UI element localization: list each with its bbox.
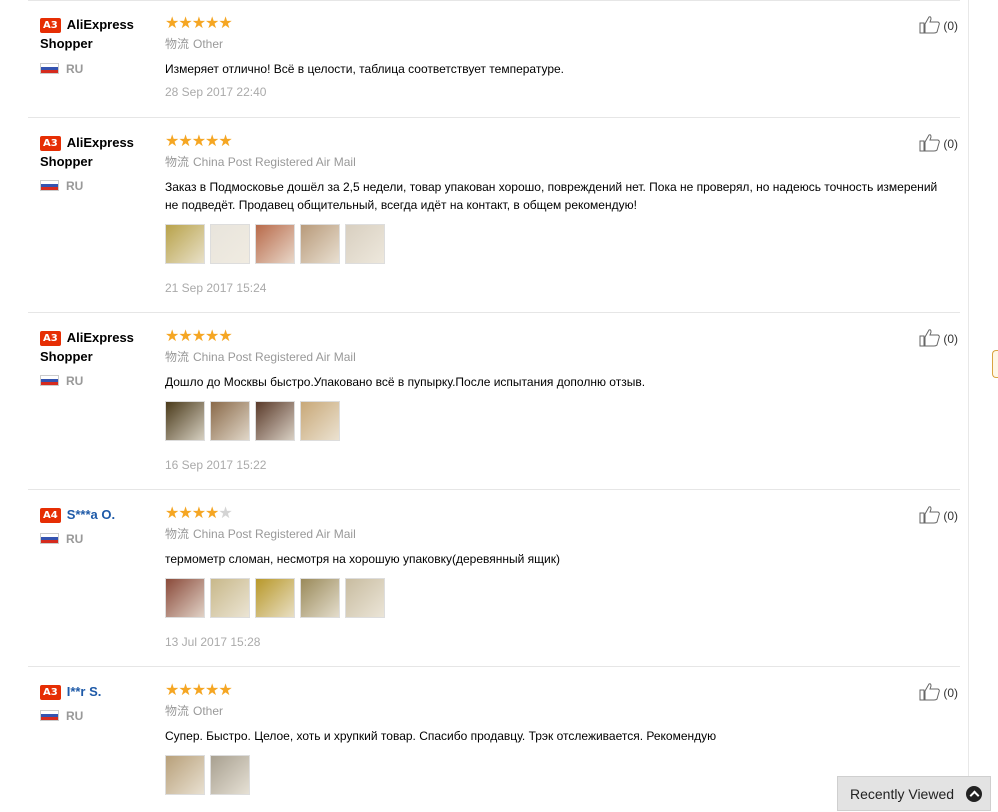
helpful-button[interactable]: (0) (919, 505, 958, 527)
feedback-item: A3 I**r S. RU ★★★★★ 物流 Other Супер. Быстро… (28, 667, 960, 811)
buyer-level-badge: A3 (40, 685, 61, 700)
user-info: A3 AliExpress Shopper (40, 328, 155, 366)
star-rating: ★★★★★ (165, 131, 233, 150)
logistics-info: 物流 Other (165, 37, 224, 51)
review-photo-thumbnail[interactable] (345, 224, 385, 264)
buyer-level-badge: A3 (40, 18, 61, 33)
feedback-item: A3 AliExpress Shopper RU ★★★★★ 物流 China Po… (28, 118, 960, 313)
flag-icon (40, 63, 59, 74)
buyer-country: RU (40, 179, 83, 193)
recently-viewed-button[interactable]: Recently Viewed (837, 776, 991, 811)
feedback-date: 21 Sep 2017 15:24 (165, 281, 267, 295)
feedback-text: термометр сломан, несмотря на хорошую уп… (165, 552, 560, 566)
user-info: A4 S***a O. (40, 505, 155, 524)
review-photo-thumbnail[interactable] (255, 578, 295, 618)
buyer-name[interactable]: I**r S. (67, 684, 102, 699)
feedback-item: A3 AliExpress Shopper RU ★★★★★ 物流 China Po… (28, 313, 960, 490)
star-rating: ★★★★★ (165, 503, 233, 522)
helpful-button[interactable]: (0) (919, 328, 958, 350)
review-photo-thumbnail[interactable] (210, 401, 250, 441)
review-photo-thumbnail[interactable] (210, 755, 250, 795)
flag-icon (40, 533, 59, 544)
feedback-date: 13 Jul 2017 15:28 (165, 635, 261, 649)
logistics-info: 物流 China Post Registered Air Mail (165, 155, 356, 169)
thumbs-up-icon (919, 328, 941, 350)
review-photo-thumbnail[interactable] (165, 578, 205, 618)
buyer-country: RU (40, 709, 83, 723)
feedback-content: ★★★★★ 物流 Other Измеряет отлично! Всё в це… (165, 14, 945, 100)
photo-list (165, 401, 945, 443)
logistics-info: 物流 China Post Registered Air Mail (165, 350, 356, 364)
photo-list (165, 755, 945, 797)
helpful-button[interactable]: (0) (919, 15, 958, 37)
feedback-content: ★★★★★ 物流 China Post Registered Air Mail Д… (165, 327, 945, 473)
review-photo-thumbnail[interactable] (210, 578, 250, 618)
photo-list (165, 578, 945, 620)
review-photo-thumbnail[interactable] (255, 401, 295, 441)
review-photo-thumbnail[interactable] (300, 401, 340, 441)
thumbs-up-icon (919, 682, 941, 704)
feedback-item: A4 S***a O. RU ★★★★★ 物流 China Post Registe… (28, 490, 960, 667)
flag-icon (40, 180, 59, 191)
content-border (968, 0, 969, 811)
feedback-content: ★★★★★ 物流 China Post Registered Air Mail З… (165, 132, 945, 296)
helpful-button[interactable]: (0) (919, 682, 958, 704)
feedback-item: A3 AliExpress Shopper RU ★★★★★ 物流 Other Из… (28, 0, 960, 118)
side-feedback-tab[interactable] (992, 350, 998, 378)
buyer-level-badge: A4 (40, 508, 61, 523)
feedback-text: Дошло до Москвы быстро.Упаковано всё в п… (165, 375, 646, 389)
thumbs-up-icon (919, 133, 941, 155)
flag-icon (40, 375, 59, 386)
recently-viewed-label: Recently Viewed (850, 786, 955, 802)
logistics-info: 物流 Other (165, 704, 224, 718)
logistics-info: 物流 China Post Registered Air Mail (165, 527, 356, 541)
buyer-level-badge: A3 (40, 136, 61, 151)
review-photo-thumbnail[interactable] (255, 224, 295, 264)
review-photo-thumbnail[interactable] (165, 224, 205, 264)
user-info: A3 AliExpress Shopper (40, 15, 155, 53)
feedback-date: 16 Sep 2017 15:22 (165, 458, 267, 472)
chevron-up-icon (966, 786, 982, 802)
review-photo-thumbnail[interactable] (345, 578, 385, 618)
feedback-text: Заказ в Подмосковье дошёл за 2,5 недели,… (165, 180, 938, 212)
feedback-date: 28 Sep 2017 22:40 (165, 85, 267, 99)
flag-icon (40, 710, 59, 721)
star-rating: ★★★★★ (165, 13, 233, 32)
buyer-country: RU (40, 532, 83, 546)
photo-list (165, 224, 945, 266)
star-rating: ★★★★★ (165, 680, 233, 699)
helpful-button[interactable]: (0) (919, 133, 958, 155)
feedback-content: ★★★★★ 物流 Other Супер. Быстро. Целое, хоть… (165, 681, 945, 797)
feedback-text: Измеряет отлично! Всё в целости, таблица… (165, 62, 565, 76)
review-photo-thumbnail[interactable] (300, 578, 340, 618)
star-rating: ★★★★★ (165, 326, 233, 345)
feedback-text: Супер. Быстро. Целое, хоть и хрупкий тов… (165, 729, 717, 743)
review-photo-thumbnail[interactable] (165, 755, 205, 795)
review-photo-thumbnail[interactable] (210, 224, 250, 264)
buyer-name[interactable]: S***a O. (67, 507, 115, 522)
user-info: A3 I**r S. (40, 682, 155, 701)
user-info: A3 AliExpress Shopper (40, 133, 155, 171)
buyer-country: RU (40, 374, 83, 388)
thumbs-up-icon (919, 15, 941, 37)
buyer-level-badge: A3 (40, 331, 61, 346)
review-photo-thumbnail[interactable] (300, 224, 340, 264)
feedback-content: ★★★★★ 物流 China Post Registered Air Mail т… (165, 504, 945, 650)
buyer-country: RU (40, 62, 83, 76)
review-photo-thumbnail[interactable] (165, 401, 205, 441)
thumbs-up-icon (919, 505, 941, 527)
